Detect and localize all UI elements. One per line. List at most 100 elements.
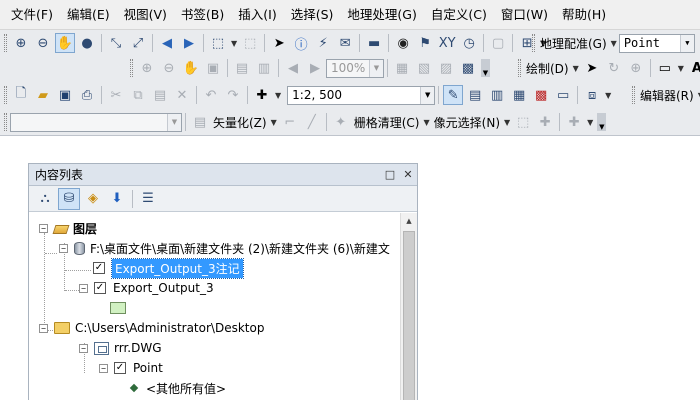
layout-zoom-in-icon[interactable]: ⊕ xyxy=(137,58,157,78)
search-window-icon[interactable]: ▦ xyxy=(509,85,529,105)
collapse-icon[interactable]: − xyxy=(39,323,48,333)
menu-bookmarks[interactable]: 书签(B) xyxy=(174,0,231,30)
select-connected-cells-icon[interactable]: ⬚ xyxy=(513,112,533,132)
undo-icon[interactable]: ↶ xyxy=(201,85,221,105)
draw-menu[interactable]: 绘制(D) xyxy=(524,60,571,77)
fixed-zoom-out-icon[interactable]: ⤢ xyxy=(128,33,148,53)
editor-menu[interactable]: 编辑器(R) xyxy=(638,87,696,104)
table-of-contents-icon[interactable]: ▤ xyxy=(465,85,485,105)
georeferencing-dropdown-icon[interactable]: ▼ xyxy=(611,39,617,48)
layout-zoom-out-icon[interactable]: ⊖ xyxy=(159,58,179,78)
menu-insert[interactable]: 插入(I) xyxy=(231,0,283,30)
close-icon[interactable]: ✕ xyxy=(399,168,417,181)
toolbar-grip[interactable] xyxy=(130,59,133,77)
toolbar-overflow-icon[interactable]: ▼ xyxy=(481,59,490,77)
layout-back-icon[interactable]: ◀ xyxy=(283,58,303,78)
time-slider-icon[interactable]: ◷ xyxy=(459,33,479,53)
select-features-icon[interactable]: ⬚ xyxy=(208,33,228,53)
collapse-icon[interactable]: − xyxy=(39,223,48,233)
list-by-source-icon[interactable]: ⛁ xyxy=(58,187,80,210)
menu-geoprocessing[interactable]: 地理处理(G) xyxy=(340,0,423,30)
collapse-icon[interactable]: − xyxy=(59,243,68,253)
layout-pan-icon[interactable]: ✋ xyxy=(181,58,201,78)
find-route-icon[interactable]: ⚑ xyxy=(415,33,435,53)
rectangle-dropdown-icon[interactable]: ▼ xyxy=(678,64,684,73)
collapse-icon[interactable]: − xyxy=(79,343,88,353)
vectorization-dropdown-icon[interactable]: ▼ xyxy=(271,118,277,127)
erase-dropdown-icon[interactable]: ▼ xyxy=(587,118,593,127)
menu-file[interactable]: 文件(F) xyxy=(4,0,60,30)
go-to-xy-icon[interactable]: XY xyxy=(437,33,457,53)
back-arrow-icon[interactable]: ◀ xyxy=(157,33,177,53)
cell-selection-menu[interactable]: 像元选择(N) xyxy=(432,114,502,131)
draw-dropdown-icon[interactable]: ▼ xyxy=(573,64,579,73)
menu-customize[interactable]: 自定义(C) xyxy=(424,0,494,30)
change-layout-icon[interactable]: ▨ xyxy=(436,58,456,78)
legend-polygon-symbol[interactable] xyxy=(110,298,131,318)
full-extent-globe-icon[interactable]: ● xyxy=(77,33,97,53)
cut-icon[interactable]: ✂ xyxy=(106,85,126,105)
layer-visibility-checkbox[interactable]: ✓ xyxy=(94,282,106,294)
polygon-symbol-swatch[interactable] xyxy=(110,302,126,314)
add-data-icon[interactable]: ✚ xyxy=(252,85,272,105)
identify-icon[interactable]: ⓘ xyxy=(291,33,311,53)
toolbar-grip[interactable] xyxy=(518,59,521,77)
scrollbar-thumb[interactable] xyxy=(403,231,415,400)
create-viewer-window-icon[interactable]: ▢ xyxy=(488,33,508,53)
model-builder-icon[interactable]: ⧈ xyxy=(582,85,602,105)
vectorization-trace-icon[interactable]: ⌐ xyxy=(280,112,300,132)
point-symbol-icon[interactable] xyxy=(129,383,139,393)
menu-help[interactable]: 帮助(H) xyxy=(555,0,613,30)
delete-icon[interactable]: ✕ xyxy=(172,85,192,105)
rotate-icon[interactable]: ↻ xyxy=(604,58,624,78)
menu-edit[interactable]: 编辑(E) xyxy=(60,0,117,30)
copy-icon[interactable]: ⧉ xyxy=(128,85,148,105)
open-folder-icon[interactable]: ▰ xyxy=(33,85,53,105)
georeferencing-menu[interactable]: 地理配准(G) xyxy=(538,35,609,52)
select-elements-arrow-icon[interactable]: ➤ xyxy=(269,33,289,53)
tree-node-point-layer[interactable]: − ✓ Point xyxy=(99,358,163,378)
menu-selection[interactable]: 选择(S) xyxy=(284,0,341,30)
menu-view[interactable]: 视图(V) xyxy=(117,0,174,30)
select-features-dropdown-icon[interactable]: ▼ xyxy=(231,39,237,48)
save-disk-icon[interactable]: ▣ xyxy=(55,85,75,105)
zoom-out-icon[interactable]: ⊖ xyxy=(33,33,53,53)
focus-data-frame-icon[interactable]: ▧ xyxy=(414,58,434,78)
hyperlink-icon[interactable]: ⚡ xyxy=(313,33,333,53)
layer-visibility-checkbox[interactable]: ✓ xyxy=(114,362,126,374)
raster-cleanup-menu[interactable]: 栅格清理(C) xyxy=(352,114,422,131)
toolbar-grip[interactable] xyxy=(532,34,535,52)
collapse-icon[interactable]: − xyxy=(79,283,88,293)
html-popup-icon[interactable]: ✉ xyxy=(335,33,355,53)
vectorization-menu[interactable]: 矢量化(Z) xyxy=(211,114,269,131)
arctoolbox-icon[interactable]: ▩ xyxy=(531,85,551,105)
shape-recognition-icon[interactable]: ✦ xyxy=(331,112,351,132)
list-by-selection-icon[interactable]: ⬇ xyxy=(106,188,128,210)
find-binoculars-icon[interactable]: ◉ xyxy=(393,33,413,53)
zoom-selected-icon[interactable]: ⊕ xyxy=(626,58,646,78)
legend-other-values[interactable]: <其他所有值> xyxy=(127,378,226,398)
select-cells-plus-icon[interactable]: ✚ xyxy=(535,112,555,132)
map-scale-select[interactable]: 1:2, 500 ▼ xyxy=(287,85,436,105)
menu-windows[interactable]: 窗口(W) xyxy=(494,0,555,30)
cell-selection-dropdown-icon[interactable]: ▼ xyxy=(504,118,510,127)
toolbar-grip[interactable] xyxy=(632,86,635,104)
scroll-up-arrow-icon[interactable]: ▲ xyxy=(401,213,417,229)
tree-node-layers[interactable]: − 图层 xyxy=(39,218,97,238)
toolbar-overflow-icon[interactable]: ▼ xyxy=(597,113,607,131)
select-elements-icon[interactable]: ➤ xyxy=(582,58,602,78)
toolbar-grip[interactable] xyxy=(4,113,7,131)
arcscan-target-select[interactable]: ▼ xyxy=(10,112,182,132)
print-icon[interactable]: ⎙ xyxy=(77,85,97,105)
layer-visibility-checkbox[interactable]: ✓ xyxy=(93,262,105,274)
catalog-window-icon[interactable]: ▥ xyxy=(487,85,507,105)
rectangle-icon[interactable]: ▭ xyxy=(655,58,675,78)
erase-cells-icon[interactable]: ✚ xyxy=(564,112,584,132)
georeferencing-layer-select[interactable]: Point ▼ xyxy=(618,33,695,53)
add-data-dropdown-icon[interactable]: ▼ xyxy=(275,91,281,100)
tree-node-annotation-layer[interactable]: ✓ Export_Output_3注记 xyxy=(93,257,244,279)
toc-vertical-scrollbar[interactable]: ▲ xyxy=(400,213,417,400)
tree-node-output-layer[interactable]: − ✓ Export_Output_3 xyxy=(79,278,214,298)
fixed-zoom-layout-icon[interactable]: ▥ xyxy=(254,58,274,78)
zoom-whole-page-icon[interactable]: ▣ xyxy=(203,58,223,78)
